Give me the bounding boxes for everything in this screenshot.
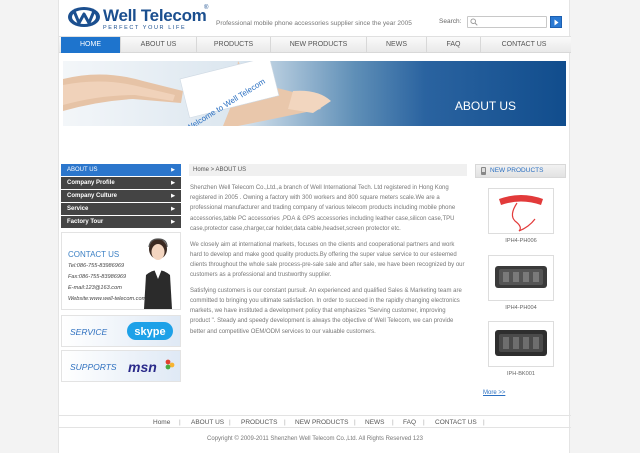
sidebar-item-label: Company Profile <box>67 180 115 186</box>
page-container: Well Telecom ® PERFECT YOUR LIFE Profess… <box>58 0 571 453</box>
new-products-heading: NEW PRODUCTS <box>475 164 566 178</box>
logo-globe-icon <box>68 7 100 27</box>
footer-link-contact-us[interactable]: CONTACT US <box>435 419 477 426</box>
sidebar-item-service[interactable]: Service ▶ <box>61 203 181 215</box>
footer-link-new-products[interactable]: NEW PRODUCTS <box>295 419 348 426</box>
site-logo[interactable]: Well Telecom ® PERFECT YOUR LIFE <box>67 4 209 32</box>
copyright-text: Copyright © 2009-2011 Shenzhen Well Tele… <box>207 436 423 442</box>
product-image[interactable] <box>488 255 554 301</box>
product-caption[interactable]: IPH4-PH006 <box>488 238 554 244</box>
nav-new-products[interactable]: NEW PRODUCTS <box>271 37 367 53</box>
arrow-right-icon: ▶ <box>171 219 175 225</box>
product-card[interactable]: IPH4-PH004 <box>488 255 554 311</box>
sidebar-menu: ABOUT US ▶ Company Profile ▶ Company Cul… <box>61 164 181 229</box>
product-caption[interactable]: IPH4-PH004 <box>488 305 554 311</box>
brand-name: Well Telecom <box>103 6 207 25</box>
sidebar-item-label: Factory Tour <box>67 219 104 225</box>
sidebar-item-company-profile[interactable]: Company Profile ▶ <box>61 177 181 189</box>
contact-box: CONTACT US Tel:086-755-83986969 Fax:086-… <box>61 232 181 310</box>
service-skype-box[interactable]: SERVICE skype <box>61 315 181 347</box>
footer-nav: Home | ABOUT US | PRODUCTS | NEW PRODUCT… <box>59 415 571 428</box>
content-paragraph: We closely aim at international markets,… <box>190 241 465 279</box>
msn-icon: msn <box>128 359 175 375</box>
footer-separator: | <box>284 419 286 426</box>
phone-case-icon <box>495 266 547 288</box>
sidebar-item-factory-tour[interactable]: Factory Tour ▶ <box>61 216 181 228</box>
about-banner: Welcome to Well Telecom ABOUT US <box>63 61 566 126</box>
contact-fax: Fax:086-755-83986969 <box>68 274 127 280</box>
footer-link-home[interactable]: Home <box>153 419 170 426</box>
footer-separator: | <box>179 419 181 426</box>
nav-home[interactable]: HOME <box>61 37 121 53</box>
contact-website[interactable]: Website:www.well-telecom.com <box>68 296 146 302</box>
contact-email[interactable]: E-mail:123@163.com <box>68 285 122 291</box>
product-card[interactable]: IPH4-PH006 <box>488 188 554 244</box>
footer-link-products[interactable]: PRODUCTS <box>241 419 277 426</box>
phone-case-icon <box>495 330 547 356</box>
footer-separator: | <box>483 419 485 426</box>
sidebar-item-label: ABOUT US <box>67 167 98 173</box>
arrow-right-icon: ▶ <box>171 193 175 199</box>
arrow-right-icon <box>554 19 559 26</box>
contact-tel: Tel:086-755-83986969 <box>68 263 125 269</box>
banner-hands-illustration: Welcome to Well Telecom <box>63 61 331 126</box>
nav-faq[interactable]: FAQ <box>427 37 481 53</box>
arrow-right-icon: ▶ <box>171 167 175 173</box>
footer-link-news[interactable]: NEWS <box>365 419 385 426</box>
sidebar-item-company-culture[interactable]: Company Culture ▶ <box>61 190 181 202</box>
content-paragraph: Satisfying customers is our constant pur… <box>190 287 462 335</box>
main-nav: HOME ABOUT US PRODUCTS NEW PRODUCTS NEWS… <box>59 36 571 53</box>
brand-tagline: PERFECT YOUR LIFE <box>103 25 187 31</box>
footer-separator: | <box>392 419 394 426</box>
breadcrumb: Home > ABOUT US <box>189 164 467 176</box>
search-label: Search: <box>439 18 462 25</box>
search-input-wrapper[interactable] <box>467 16 547 28</box>
footer-link-about-us[interactable]: ABOUT US <box>191 419 224 426</box>
product-caption[interactable]: IPH-BK001 <box>488 371 554 377</box>
arrow-right-icon: ▶ <box>171 206 175 212</box>
footer-separator: | <box>423 419 425 426</box>
search-button[interactable] <box>550 16 562 28</box>
banner-title: ABOUT US <box>454 99 516 113</box>
more-products-link[interactable]: More >> <box>483 390 505 396</box>
skype-icon: skype <box>127 322 173 340</box>
footer-separator: | <box>354 419 356 426</box>
supports-label: SUPPORTS <box>70 362 117 372</box>
product-image[interactable] <box>488 321 554 367</box>
registered-mark: ® <box>204 5 209 11</box>
new-products-title: NEW PRODUCTS <box>490 167 544 174</box>
sidebar-item-label: Service <box>67 206 89 212</box>
product-image[interactable] <box>488 188 554 234</box>
product-card[interactable]: IPH-BK001 <box>488 321 554 377</box>
search-icon <box>470 18 478 26</box>
footer-link-faq[interactable]: FAQ <box>403 419 416 426</box>
footer-separator: | <box>229 419 231 426</box>
nav-contact-us[interactable]: CONTACT US <box>481 37 567 53</box>
svg-text:skype: skype <box>134 326 165 338</box>
service-label: SERVICE <box>70 327 108 337</box>
sidebar-item-label: Company Culture <box>67 193 118 199</box>
support-agent-avatar <box>144 238 172 309</box>
phone-icon <box>481 167 486 175</box>
nav-products[interactable]: PRODUCTS <box>197 37 271 53</box>
contact-title: CONTACT US <box>68 250 120 259</box>
svg-text:msn: msn <box>128 359 157 375</box>
supports-msn-box[interactable]: SUPPORTS msn <box>61 350 181 382</box>
sidebar-item-about-us[interactable]: ABOUT US ▶ <box>61 164 181 176</box>
search-input[interactable] <box>480 17 546 27</box>
nav-news[interactable]: NEWS <box>367 37 427 53</box>
arrow-right-icon: ▶ <box>171 180 175 186</box>
nav-about-us[interactable]: ABOUT US <box>121 37 197 53</box>
header-slogan: Professional mobile phone accessories su… <box>216 20 412 27</box>
content-paragraph: Shenzhen Well Telecom Co.,Ltd.,a branch … <box>190 185 456 232</box>
about-content: Shenzhen Well Telecom Co.,Ltd.,a branch … <box>190 183 465 342</box>
red-handset-icon <box>499 195 543 232</box>
